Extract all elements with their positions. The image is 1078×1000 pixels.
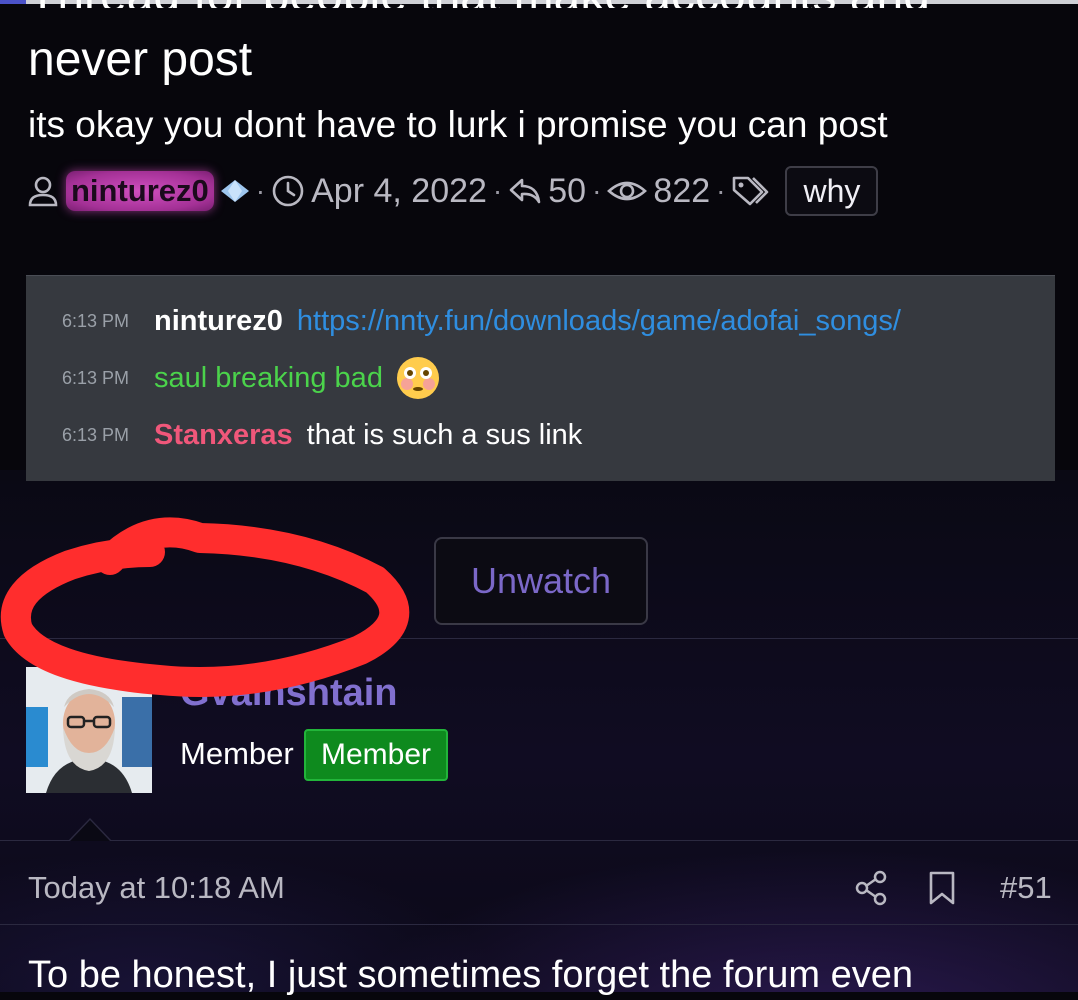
thread-meta: ninturez0 · Apr 4, 2022 · 50 · 822 · why (26, 166, 879, 216)
meta-separator: · (255, 175, 266, 206)
post-header-divider (0, 924, 1078, 925)
post-body: To be honest, I just sometimes forget th… (28, 954, 914, 996)
chat-author: ninturez0 (154, 304, 283, 337)
flushed-emoji-icon (396, 357, 439, 399)
view-count: 822 (653, 171, 711, 210)
user-icon (26, 174, 60, 208)
meta-separator: · (716, 175, 726, 206)
reply-count: 50 (548, 171, 587, 210)
chat-author: Stanxeras (154, 418, 293, 451)
reply-icon (508, 174, 542, 208)
unwatch-button[interactable]: Unwatch (434, 537, 648, 625)
chat-message: 6:13 PM saul breaking bad (62, 357, 441, 399)
post-number-link[interactable]: #51 (1000, 870, 1052, 906)
thread-date[interactable]: Apr 4, 2022 (311, 172, 487, 211)
meta-separator: · (592, 175, 602, 206)
avatar[interactable] (26, 667, 152, 793)
chat-time: 6:13 PM (62, 424, 130, 445)
chat-time: 6:13 PM (62, 310, 130, 331)
chat-message: 6:13 PM Stanxeras that is such a sus lin… (62, 415, 582, 455)
chat-text: saul breaking bad (154, 361, 383, 394)
section-divider (0, 638, 1078, 639)
post-divider (0, 840, 1078, 841)
thread-title: never post (28, 33, 253, 86)
chat-message: 6:13 PM ninturez0 https://nnty.fun/downl… (62, 301, 901, 341)
meta-separator: · (492, 175, 503, 206)
post-username[interactable]: Gvainshtain (180, 672, 398, 715)
message-arrow-inner (70, 820, 110, 841)
tag-icon (731, 174, 775, 208)
user-title: Member (180, 736, 294, 771)
eye-icon (607, 174, 648, 208)
post-date[interactable]: Today at 10:18 AM (28, 870, 285, 906)
chat-text: that is such a sus link (306, 418, 583, 451)
gem-icon (220, 180, 249, 202)
chat-link: https://nnty.fun/downloads/game/adofai_s… (296, 304, 901, 337)
top-edge-accent (0, 0, 26, 4)
thread-description: its okay you dont have to lurk i promise… (28, 104, 888, 145)
embedded-chat-screenshot: 6:13 PM ninturez0 https://nnty.fun/downl… (26, 275, 1055, 481)
bookmark-icon[interactable] (928, 866, 956, 910)
share-icon[interactable] (854, 866, 888, 910)
thread-author-link[interactable]: ninturez0 (66, 171, 214, 211)
chat-time: 6:13 PM (62, 367, 130, 388)
tag-chip-why[interactable]: why (785, 166, 879, 216)
member-banner: Member (304, 729, 448, 781)
thread-title-top-partial: Thread for people that make accounts and (28, 0, 1078, 8)
clock-icon (271, 174, 305, 208)
